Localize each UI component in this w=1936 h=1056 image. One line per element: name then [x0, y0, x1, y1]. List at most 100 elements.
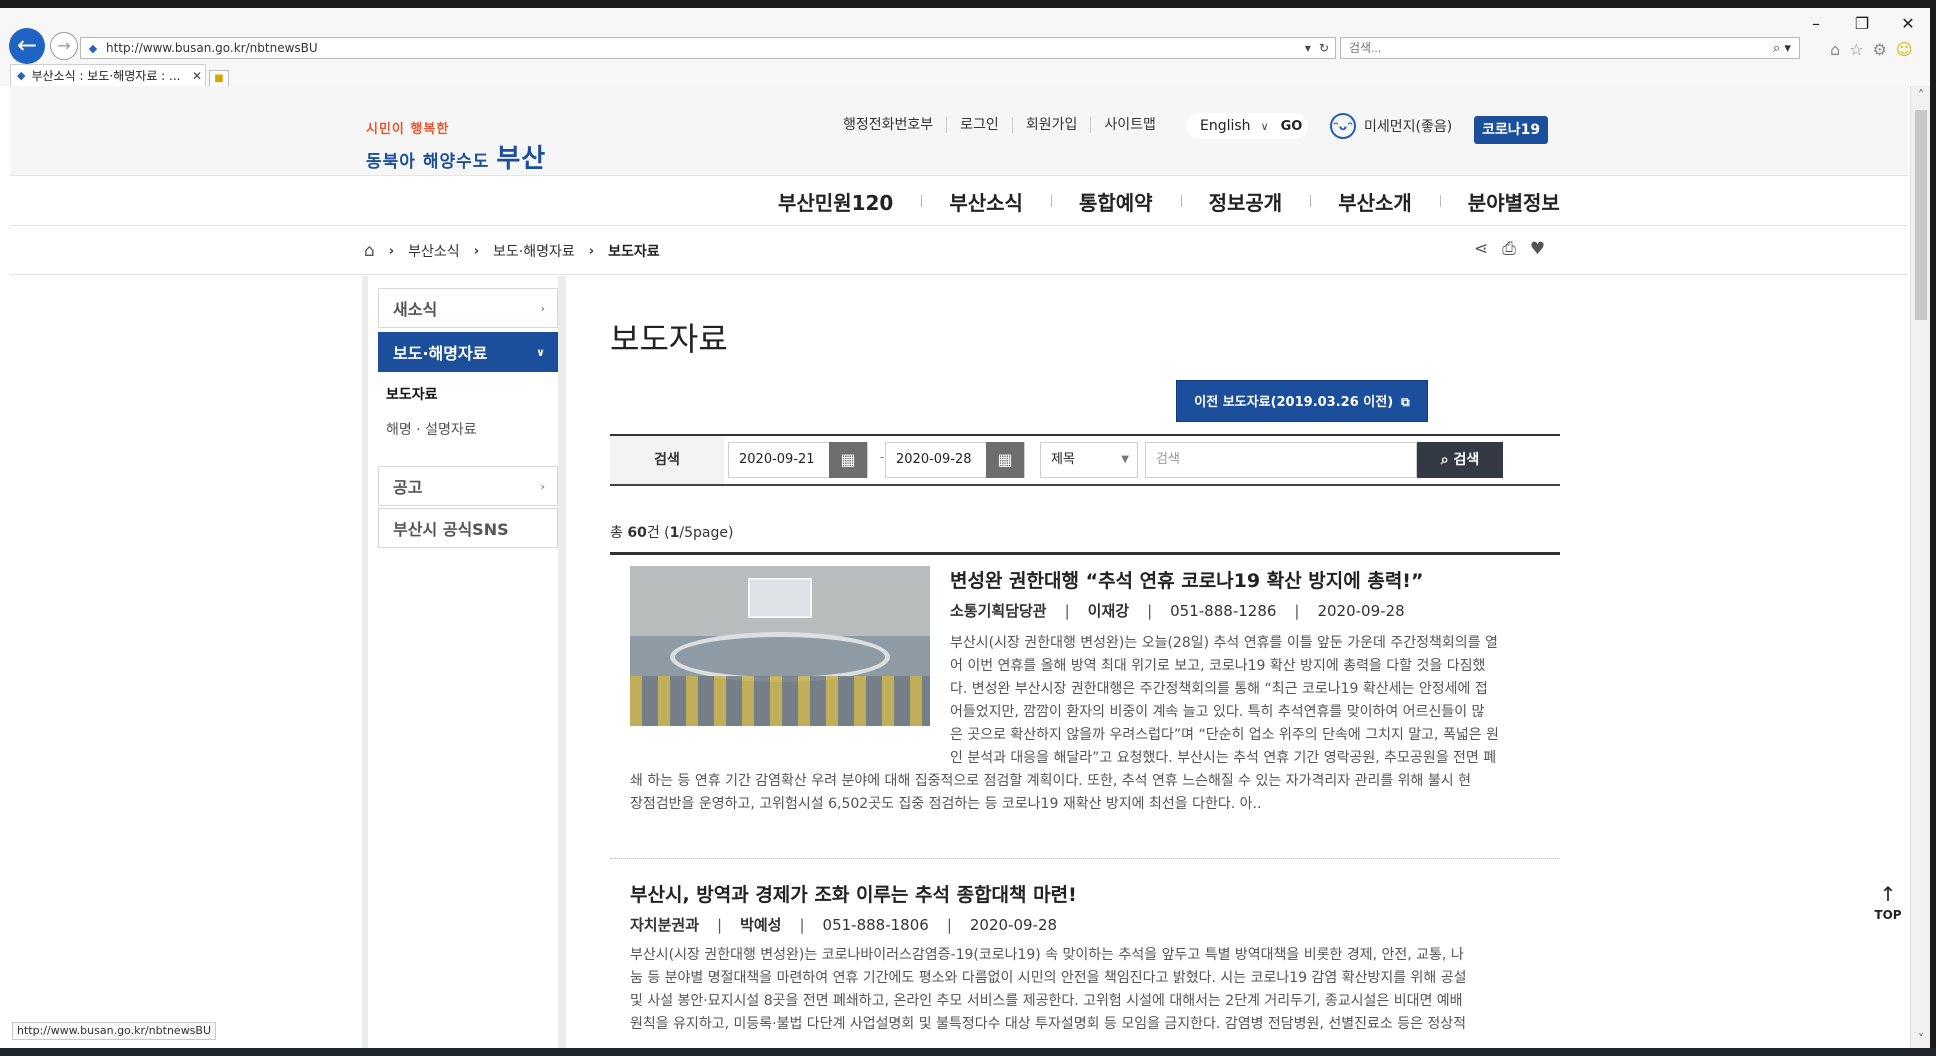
- heart-icon[interactable]: ♥: [1530, 239, 1545, 259]
- browser-search-box[interactable]: ⌕ ▾: [1340, 37, 1800, 59]
- sidebar-sub-explanation[interactable]: 해명 · 설명자료: [386, 419, 477, 439]
- article-person: 이재강: [1087, 602, 1130, 620]
- summary-line: 어들었지만, 깜깜이 환자의 비중이 계속 늘고 있다. 특히 추석연휴를 맞이…: [950, 704, 1485, 720]
- covid19-button[interactable]: 코로나19: [1474, 116, 1548, 144]
- gnb-item-reservation[interactable]: 통합예약: [1050, 187, 1181, 216]
- article-phone: 051-888-1806: [822, 915, 929, 934]
- scroll-down-icon[interactable]: ˅: [1911, 1030, 1931, 1048]
- smiley-face-icon: ᵔᴗᵔ: [1330, 113, 1356, 139]
- address-bar[interactable]: ◆ http://www.busan.go.kr/nbtnewsBU ▾ ↻: [80, 37, 1336, 59]
- language-select[interactable]: English ∨ GO: [1186, 113, 1308, 139]
- site-logo[interactable]: 시민이 행복한 동북아 해양수도 부산: [366, 118, 566, 174]
- logo-city: 부산: [496, 144, 547, 174]
- chevron-down-icon: ∨: [1260, 119, 1269, 133]
- logo-text: 동북아 해양수도 부산: [366, 138, 566, 175]
- article-title[interactable]: 변성완 권한대행 “추석 연휴 코로나19 확산 방지에 총력!”: [950, 566, 1423, 593]
- summary-line: 인 분석과 대응을 해달라”고 요청했다. 부산시는 추석 연휴 기간 영락공원…: [950, 750, 1497, 766]
- home-icon[interactable]: ⌂: [364, 241, 375, 261]
- total-count-value: 60: [627, 525, 647, 541]
- breadcrumb-news[interactable]: 부산소식: [408, 241, 460, 261]
- sidebar-item-sns[interactable]: 부산시 공식SNS: [378, 508, 558, 548]
- summary-line: 눔 등 분야별 명절대책을 마련하여 연휴 기간에도 평소와 다름없이 시민의 …: [630, 970, 1467, 986]
- list-top-border: [610, 552, 1560, 555]
- print-icon[interactable]: ⎙: [1502, 239, 1516, 259]
- total-count: 총 60건 (1/5page): [610, 525, 734, 541]
- search-field-select[interactable]: 제목 ▼: [1040, 442, 1138, 478]
- back-button[interactable]: ←: [9, 28, 45, 64]
- fine-dust-status[interactable]: ᵔᴗᵔ 미세먼지(좋음): [1330, 113, 1452, 139]
- gnb-item-civil-120[interactable]: 부산민원120: [750, 187, 921, 216]
- page-tools: ⋖ ⎙ ♥: [1474, 239, 1545, 259]
- scroll-top-button[interactable]: ↑ TOP: [1868, 880, 1908, 922]
- home-icon[interactable]: ⌂: [1830, 40, 1840, 59]
- scrollbar-thumb[interactable]: [1915, 110, 1927, 320]
- smiley-feedback-icon[interactable]: ☺: [1896, 40, 1913, 59]
- article-title[interactable]: 부산시, 방역과 경제가 조화 이루는 추석 종합대책 마련!: [630, 880, 1077, 907]
- keyword-input[interactable]: 검색: [1145, 442, 1417, 478]
- refresh-icon[interactable]: ↻: [1319, 41, 1329, 55]
- util-sitemap-link[interactable]: 사이트맵: [1090, 117, 1169, 133]
- favorites-star-icon[interactable]: ☆: [1849, 40, 1863, 59]
- util-signup-link[interactable]: 회원가입: [1011, 117, 1091, 133]
- browser-tab[interactable]: ◆ 부산소식 : 보도·해명자료 : ... ✕: [10, 64, 206, 86]
- summary-line: 및 사설 봉안·묘지시설 8곳을 전면 폐쇄하고, 온라인 추모 서비스를 제공…: [630, 993, 1463, 1009]
- search-button[interactable]: ⌕ 검색: [1417, 442, 1503, 478]
- dust-status-text: 미세먼지(좋음): [1364, 119, 1453, 135]
- previous-press-label: 이전 보도자료(2019.03.26 이전): [1194, 395, 1394, 410]
- date-to-field[interactable]: 2020-09-28 ▦: [885, 442, 1025, 478]
- vertical-scrollbar[interactable]: ˄ ˅: [1910, 86, 1930, 1048]
- date-from-value: 2020-09-21: [739, 452, 815, 467]
- new-tab-button[interactable]: ■: [209, 70, 229, 87]
- list-divider: [610, 858, 1560, 859]
- list-item: 부산시, 방역과 경제가 조화 이루는 추석 종합대책 마련! 자치분권과 | …: [630, 880, 1560, 1048]
- site-header: 시민이 행복한 동북아 해양수도 부산 행정전화번호부 로그인 회원가입 사이트…: [10, 86, 1908, 176]
- tab-close-icon[interactable]: ✕: [189, 69, 205, 83]
- sidebar-item-new-news[interactable]: 새소식 ›: [378, 288, 558, 328]
- calendar-icon[interactable]: ▦: [986, 442, 1024, 478]
- breadcrumb-current[interactable]: 보도자료: [608, 241, 660, 261]
- sidebar-sub-press-release[interactable]: 보도자료: [386, 384, 438, 404]
- close-icon[interactable]: ✕: [1894, 14, 1922, 33]
- scroll-up-icon[interactable]: ˄: [1911, 86, 1931, 104]
- date-separator: -: [880, 450, 885, 464]
- date-from-field[interactable]: 2020-09-21 ▦: [728, 442, 868, 478]
- utility-links: 행정전화번호부 로그인 회원가입 사이트맵: [830, 117, 1169, 133]
- gnb-item-field-info[interactable]: 분야별정보: [1439, 187, 1588, 216]
- sidebar-item-label: 공고: [393, 478, 423, 497]
- main-navigation: 부산민원120 부산소식 통합예약 정보공개 부산소개 분야별정보: [10, 176, 1908, 226]
- address-url[interactable]: http://www.busan.go.kr/nbtnewsBU: [102, 41, 1305, 55]
- list-item: 변성완 권한대행 “추석 연휴 코로나19 확산 방지에 총력!” 소통기획담당…: [630, 566, 1560, 816]
- util-login-link[interactable]: 로그인: [946, 117, 1012, 133]
- article-phone: 051-888-1286: [1170, 601, 1277, 620]
- previous-press-button[interactable]: 이전 보도자료(2019.03.26 이전) ⧉: [1176, 380, 1428, 422]
- dropdown-icon[interactable]: ▾: [1305, 41, 1311, 55]
- gnb-item-info-disclosure[interactable]: 정보공개: [1180, 187, 1311, 216]
- util-phonebook-link[interactable]: 행정전화번호부: [830, 117, 946, 133]
- browser-search-input[interactable]: [1349, 41, 1765, 55]
- sidebar-item-notice[interactable]: 공고 ›: [378, 466, 558, 506]
- restore-icon[interactable]: ❐: [1848, 14, 1876, 33]
- calendar-icon[interactable]: ▦: [829, 442, 867, 478]
- summary-line: 은 곳으로 확산하지 않을까 우려스럽다”며 “단순히 업소 위주의 단속에 그…: [950, 727, 1499, 743]
- summary-line: 장점검반을 운영하고, 고위험시설 6,502곳도 집중 점검하는 등 코로나1…: [630, 796, 1262, 812]
- gnb-item-about-busan[interactable]: 부산소개: [1310, 187, 1440, 216]
- summary-line: 부산시(시장 권한대행 변성완)는 코로나바이러스감염증-19(코로나19) 속…: [630, 947, 1464, 963]
- search-icon[interactable]: ⌕ ▾: [1765, 41, 1799, 56]
- sidebar-item-press[interactable]: 보도·해명자료 ∨: [378, 332, 558, 372]
- forward-button[interactable]: →: [50, 32, 78, 60]
- settings-gear-icon[interactable]: ⚙: [1873, 40, 1887, 59]
- search-form: 검색 2020-09-21 ▦ - 2020-09-28 ▦ 제목 ▼ 검색 ⌕…: [610, 434, 1560, 486]
- total-suffix: 건: [646, 525, 660, 541]
- summary-line: 부산시(시장 권한대행 변성완)는 오늘(28일) 추석 연휴를 이틀 앞둔 가…: [950, 635, 1498, 651]
- language-go-button[interactable]: GO: [1281, 119, 1303, 134]
- breadcrumb-press[interactable]: 보도·해명자료: [493, 241, 575, 261]
- minimize-icon[interactable]: –: [1802, 14, 1830, 33]
- current-page: 1: [669, 525, 680, 541]
- window-controls: – ❐ ✕: [1802, 14, 1922, 33]
- article-meta: 자치분권과 | 박예성 | 051-888-1806 | 2020-09-28: [630, 915, 1058, 935]
- logo-subtitle: 동북아 해양수도: [366, 152, 490, 172]
- share-icon[interactable]: ⋖: [1474, 239, 1488, 259]
- scroll-top-label: TOP: [1874, 908, 1902, 922]
- gnb-item-news[interactable]: 부산소식: [921, 187, 1051, 216]
- arrow-up-icon: ↑: [1879, 882, 1897, 906]
